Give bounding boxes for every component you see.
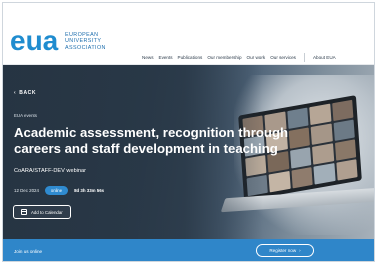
online-badge: online: [44, 186, 69, 195]
add-to-calendar-button[interactable]: Add to Calendar: [13, 205, 71, 219]
add-to-calendar-label: Add to Calendar: [31, 209, 63, 215]
countdown-timer: 8d 3h 33m 56s: [74, 188, 105, 193]
join-online-text: Join us online: [14, 248, 43, 254]
logo-wordmark: EUROPEAN UNIVERSITY ASSOCIATION: [65, 32, 123, 51]
nav-divider: [303, 53, 305, 62]
event-meta: 12 Dec 2024 online 8d 3h 33m 56s: [14, 186, 104, 195]
nav-item-events[interactable]: Events: [159, 55, 173, 60]
nav-item-about[interactable]: About EUA: [313, 55, 336, 60]
event-subtitle: CoARA/STAFF-DEV webinar: [14, 168, 87, 174]
register-now-button[interactable]: Register now ›: [256, 244, 314, 257]
chevron-left-icon: ‹: [14, 90, 17, 96]
nav-item-membership[interactable]: Our membership: [207, 55, 241, 60]
nav-item-publications[interactable]: Publications: [178, 55, 203, 60]
eua-logo[interactable]: eua: [10, 27, 58, 55]
register-now-label: Register now: [269, 248, 297, 253]
event-title: Academic assessment, recognition through…: [14, 125, 289, 156]
nav-item-news[interactable]: News: [142, 55, 154, 60]
registration-bar: Join us online Register now ›: [3, 239, 374, 261]
back-link[interactable]: ‹ BACK: [14, 90, 36, 96]
calendar-icon: [21, 209, 27, 215]
event-hero: ‹ BACK EUA events Academic assessment, r…: [3, 65, 374, 239]
back-label: BACK: [19, 90, 37, 96]
nav-item-our-work[interactable]: Our work: [247, 55, 266, 60]
chevron-right-icon: ›: [299, 248, 301, 253]
nav-item-services[interactable]: Our services: [270, 55, 296, 60]
site-header: eua EUROPEAN UNIVERSITY ASSOCIATION News…: [3, 3, 374, 65]
breadcrumb[interactable]: EUA events: [14, 113, 37, 118]
browser-viewport: eua EUROPEAN UNIVERSITY ASSOCIATION News…: [2, 2, 375, 262]
main-nav: News Events Publications Our membership …: [142, 53, 336, 62]
logo-line: ASSOCIATION: [65, 44, 106, 51]
event-date: 12 Dec 2024: [14, 188, 39, 193]
